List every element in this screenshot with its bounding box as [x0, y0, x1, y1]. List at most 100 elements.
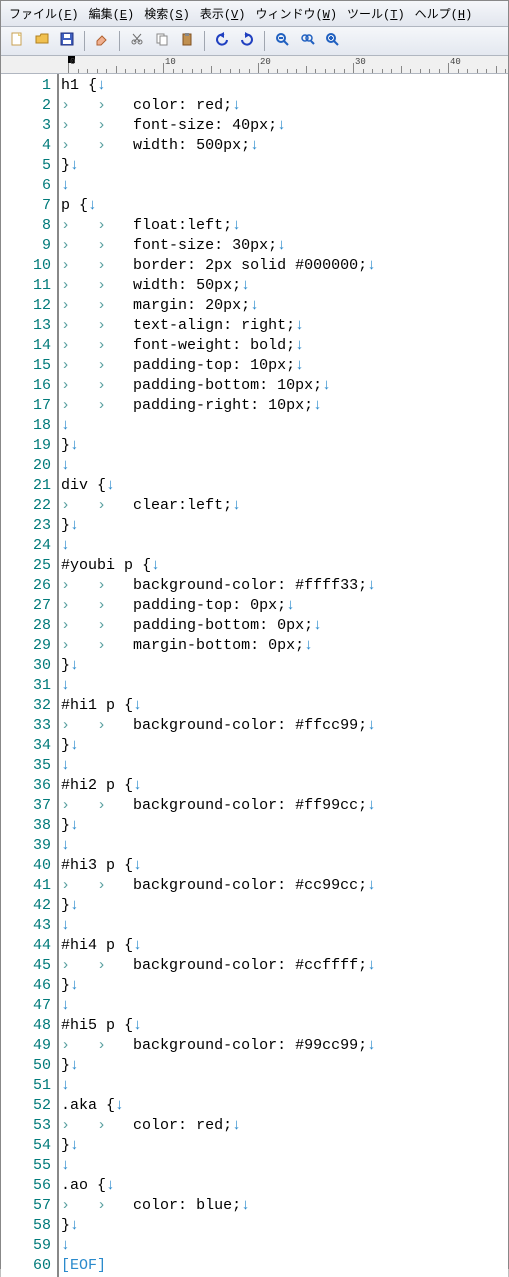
code-line[interactable]: .aka {↓: [61, 1096, 508, 1116]
code-line[interactable]: › › background-color: #ffff33;↓: [61, 576, 508, 596]
line-number: 14: [1, 336, 51, 356]
code-line[interactable]: h1 {↓: [61, 76, 508, 96]
zoom-out-button[interactable]: [271, 30, 293, 52]
paste-button[interactable]: [176, 30, 198, 52]
code-line[interactable]: ↓: [61, 996, 508, 1016]
code-line[interactable]: #hi3 p {↓: [61, 856, 508, 876]
code-line[interactable]: }↓: [61, 1056, 508, 1076]
code-line[interactable]: › › font-size: 40px;↓: [61, 116, 508, 136]
line-number: 12: [1, 296, 51, 316]
code-line[interactable]: › › padding-bottom: 10px;↓: [61, 376, 508, 396]
code-line[interactable]: }↓: [61, 736, 508, 756]
code-line[interactable]: }↓: [61, 1136, 508, 1156]
code-line[interactable]: #hi5 p {↓: [61, 1016, 508, 1036]
menu-w[interactable]: ウィンドウ(W): [251, 3, 341, 24]
code-line[interactable]: › › width: 50px;↓: [61, 276, 508, 296]
code-line[interactable]: ↓: [61, 1156, 508, 1176]
menu-f[interactable]: ファイル(F): [5, 3, 83, 24]
code-line[interactable]: .ao {↓: [61, 1176, 508, 1196]
code-line[interactable]: › › padding-right: 10px;↓: [61, 396, 508, 416]
code-line[interactable]: ↓: [61, 916, 508, 936]
open-file-button[interactable]: [31, 30, 53, 52]
line-number: 27: [1, 596, 51, 616]
code-line[interactable]: div {↓: [61, 476, 508, 496]
code-line[interactable]: ↓: [61, 536, 508, 556]
code-line[interactable]: }↓: [61, 816, 508, 836]
code-line[interactable]: › › color: blue;↓: [61, 1196, 508, 1216]
code-line[interactable]: › › padding-bottom: 0px;↓: [61, 616, 508, 636]
code-line[interactable]: › › text-align: right;↓: [61, 316, 508, 336]
menu-h[interactable]: ヘルプ(H): [411, 3, 477, 24]
code-line[interactable]: › › float:left;↓: [61, 216, 508, 236]
code-line[interactable]: › › clear:left;↓: [61, 496, 508, 516]
line-number: 13: [1, 316, 51, 336]
code-line[interactable]: ↓: [61, 836, 508, 856]
redo-button[interactable]: [236, 30, 258, 52]
code-view[interactable]: h1 {↓› › color: red;↓› › font-size: 40px…: [59, 74, 508, 1277]
save-button[interactable]: [56, 30, 78, 52]
undo-icon: [214, 31, 230, 51]
line-number: 7: [1, 196, 51, 216]
zoom-fit-button[interactable]: [296, 30, 318, 52]
code-line[interactable]: › › background-color: #ccffff;↓: [61, 956, 508, 976]
code-line[interactable]: }↓: [61, 516, 508, 536]
code-line[interactable]: › › background-color: #99cc99;↓: [61, 1036, 508, 1056]
erase-button[interactable]: [91, 30, 113, 52]
menu-t[interactable]: ツール(T): [343, 3, 409, 24]
code-line[interactable]: ↓: [61, 1076, 508, 1096]
copy-button[interactable]: [151, 30, 173, 52]
ruler-tick: [315, 69, 316, 73]
ruler-tick: [201, 69, 202, 73]
code-line[interactable]: › › margin-bottom: 0px;↓: [61, 636, 508, 656]
line-number: 36: [1, 776, 51, 796]
undo-button[interactable]: [211, 30, 233, 52]
code-line[interactable]: › › padding-top: 10px;↓: [61, 356, 508, 376]
line-number: 55: [1, 1156, 51, 1176]
code-line[interactable]: › › width: 500px;↓: [61, 136, 508, 156]
cut-button[interactable]: [126, 30, 148, 52]
code-line[interactable]: ↓: [61, 676, 508, 696]
ruler-label: 10: [165, 57, 176, 67]
code-line[interactable]: }↓: [61, 656, 508, 676]
menu-s[interactable]: 検索(S): [140, 3, 194, 24]
menu-v[interactable]: 表示(V): [196, 3, 250, 24]
line-number: 41: [1, 876, 51, 896]
code-line[interactable]: › › background-color: #cc99cc;↓: [61, 876, 508, 896]
zoom-in-button[interactable]: [321, 30, 343, 52]
code-line[interactable]: ↓: [61, 756, 508, 776]
code-line[interactable]: › › background-color: #ffcc99;↓: [61, 716, 508, 736]
code-line[interactable]: }↓: [61, 976, 508, 996]
code-line[interactable]: }↓: [61, 436, 508, 456]
line-number: 18: [1, 416, 51, 436]
code-line[interactable]: }↓: [61, 1216, 508, 1236]
code-line[interactable]: ↓: [61, 176, 508, 196]
code-line[interactable]: › › color: red;↓: [61, 1116, 508, 1136]
code-line[interactable]: › › background-color: #ff99cc;↓: [61, 796, 508, 816]
code-line[interactable]: p {↓: [61, 196, 508, 216]
code-line[interactable]: › › border: 2px solid #000000;↓: [61, 256, 508, 276]
code-line[interactable]: › › font-size: 30px;↓: [61, 236, 508, 256]
open-file-icon: [34, 31, 50, 51]
code-line[interactable]: }↓: [61, 156, 508, 176]
code-line[interactable]: › › margin: 20px;↓: [61, 296, 508, 316]
code-line[interactable]: › › font-weight: bold;↓: [61, 336, 508, 356]
ruler-tick: [363, 69, 364, 73]
code-line[interactable]: #hi2 p {↓: [61, 776, 508, 796]
ruler-label: 30: [355, 57, 366, 67]
code-line[interactable]: ↓: [61, 456, 508, 476]
code-line[interactable]: ↓: [61, 1236, 508, 1256]
menu-e[interactable]: 編集(E): [85, 3, 139, 24]
code-line[interactable]: › › padding-top: 0px;↓: [61, 596, 508, 616]
code-line[interactable]: #hi1 p {↓: [61, 696, 508, 716]
line-number: 3: [1, 116, 51, 136]
code-line[interactable]: }↓: [61, 896, 508, 916]
code-line[interactable]: #hi4 p {↓: [61, 936, 508, 956]
code-line[interactable]: ↓: [61, 416, 508, 436]
line-number: 51: [1, 1076, 51, 1096]
editor-area[interactable]: 1234567891011121314151617181920212223242…: [1, 74, 508, 1277]
code-line[interactable]: › › color: red;↓: [61, 96, 508, 116]
new-file-button[interactable]: [6, 30, 28, 52]
code-line[interactable]: #youbi p {↓: [61, 556, 508, 576]
line-number: 4: [1, 136, 51, 156]
ruler-tick: [97, 69, 98, 73]
